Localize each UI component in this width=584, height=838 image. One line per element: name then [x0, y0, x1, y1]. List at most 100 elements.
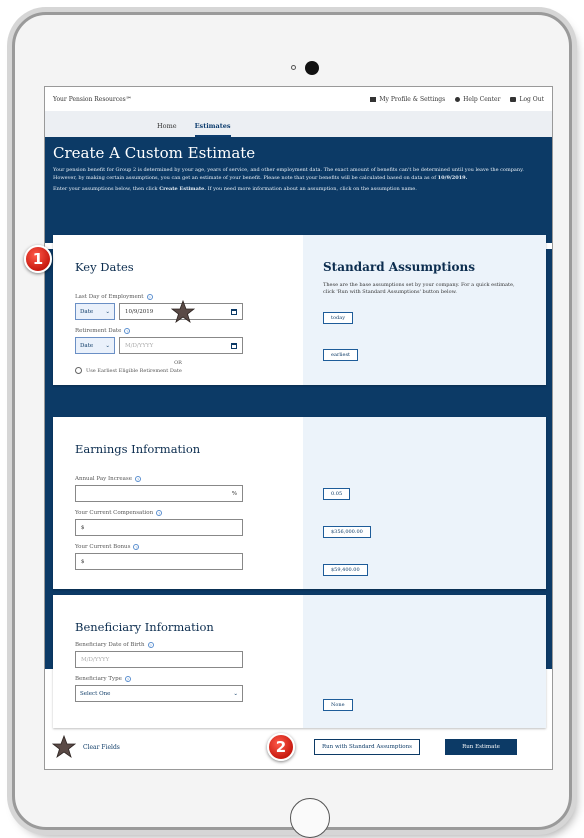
earnings-inputs: Earnings Information Annual Pay Increase… — [53, 417, 303, 589]
calendar-icon[interactable] — [231, 308, 237, 315]
key-dates-card: Key Dates Last Day of Employment? Date ⌄ … — [53, 235, 546, 385]
top-links: My Profile & Settings Help Center Log Ou… — [370, 96, 544, 103]
beneficiary-dob-row: M/D/YYYY — [75, 651, 281, 668]
compensation-label[interactable]: Your Current Compensation? — [75, 510, 281, 516]
help-circle-icon[interactable]: ? — [146, 294, 153, 300]
star-icon — [171, 300, 195, 324]
tablet-camera — [305, 61, 319, 75]
earliest-date-radio[interactable] — [75, 367, 82, 374]
help-circle-icon[interactable]: ? — [124, 676, 131, 682]
beneficiary-type-value: Select One — [80, 690, 111, 697]
chevron-down-icon: ⌄ — [233, 690, 238, 697]
beneficiary-type-select[interactable]: Select One ⌄ — [75, 685, 243, 702]
or-divider: OR — [174, 360, 182, 366]
retirement-date-placeholder: M/D/YYYY — [125, 342, 154, 349]
beneficiary-inputs: Beneficiary Information Beneficiary Date… — [53, 595, 303, 728]
chevron-down-icon: ⌄ — [105, 308, 110, 315]
beneficiary-type-row: Select One ⌄ — [75, 685, 281, 702]
pay-increase-row: % — [75, 485, 281, 502]
compensation-row: $ — [75, 519, 281, 536]
retirement-date-row: Date ⌄ M/D/YYYY — [75, 337, 281, 354]
help-center-label: Help Center — [463, 95, 501, 103]
last-day-type-select[interactable]: Date ⌄ — [75, 303, 115, 320]
star-icon — [52, 735, 76, 759]
key-dates-title: Key Dates — [75, 260, 134, 274]
compensation-input[interactable]: $ — [75, 519, 243, 536]
data-as-of-date: 10/9/2019. — [437, 174, 468, 181]
hero-banner: Create A Custom Estimate Your pension be… — [45, 137, 552, 243]
beneficiary-dob-label[interactable]: Beneficiary Date of Birth? — [75, 642, 281, 648]
std-retirement-value: earliest — [323, 349, 359, 361]
beneficiary-type-label-text: Beneficiary Type — [75, 676, 122, 682]
step-one-marker: 1 — [24, 245, 52, 273]
log-out-link[interactable]: Log Out — [510, 96, 544, 103]
std-pay-increase: 0.05 — [323, 488, 351, 500]
beneficiary-standard-panel: None — [303, 595, 546, 728]
bonus-label-text: Your Current Bonus — [75, 544, 131, 550]
last-day-date-value: 10/9/2019 — [125, 308, 154, 315]
bonus-label[interactable]: Your Current Bonus? — [75, 544, 281, 550]
std-last-day-value: today — [323, 312, 354, 324]
retirement-type-value: Date — [80, 342, 94, 349]
standard-assumptions-desc: These are the base assumptions set by yo… — [323, 282, 515, 295]
retirement-date-label-text: Retirement Date — [75, 328, 122, 334]
earliest-date-option[interactable]: Use Earliest Eligible Retirement Date — [75, 367, 281, 374]
instructions-part-b: If you need more information about an as… — [207, 186, 417, 192]
retirement-type-select[interactable]: Date ⌄ — [75, 337, 115, 354]
main-nav: Home Estimates — [45, 111, 552, 137]
app-screen: Your Pension Resources℠ My Profile & Set… — [44, 86, 553, 770]
help-circle-icon[interactable]: ? — [133, 544, 140, 550]
clear-fields-link[interactable]: Clear Fields — [83, 744, 120, 751]
beneficiary-card: Beneficiary Information Beneficiary Date… — [53, 595, 546, 728]
brand-logo: Your Pension Resources℠ — [53, 95, 132, 103]
tablet-home-button[interactable] — [290, 798, 330, 838]
dollar-prefix: $ — [81, 558, 85, 565]
help-circle-icon[interactable]: ? — [147, 642, 154, 648]
instructions-part-a: Enter your assumptions below, then click — [53, 186, 158, 192]
log-out-label: Log Out — [519, 95, 544, 103]
tablet-sensor — [291, 65, 296, 70]
bonus-input[interactable]: $ — [75, 553, 243, 570]
beneficiary-title: Beneficiary Information — [75, 620, 214, 634]
retirement-date-label[interactable]: Retirement Date? — [75, 328, 281, 334]
profile-card-icon — [370, 96, 377, 102]
earnings-card: Earnings Information Annual Pay Increase… — [53, 417, 546, 589]
std-bonus: $59,400.00 — [323, 564, 368, 576]
run-estimate-button[interactable]: Run Estimate — [445, 739, 517, 755]
pay-increase-input[interactable]: % — [75, 485, 243, 502]
help-circle-icon[interactable]: ? — [135, 476, 142, 482]
intro-text: Your pension benefit for Group 2 is dete… — [53, 167, 544, 182]
chevron-down-icon: ⌄ — [105, 342, 110, 349]
earnings-standard-panel: 0.05 $356,000.00 $59,400.00 — [303, 417, 546, 589]
bonus-row: $ — [75, 553, 281, 570]
instructions-text: Enter your assumptions below, then click… — [53, 186, 544, 194]
action-bar: Clear Fields Run with Standard Assumptio… — [45, 735, 552, 759]
pay-increase-label[interactable]: Annual Pay Increase? — [75, 476, 281, 482]
calendar-icon[interactable] — [231, 342, 237, 349]
tab-home[interactable]: Home — [157, 122, 177, 137]
beneficiary-type-label[interactable]: Beneficiary Type? — [75, 676, 281, 682]
retirement-date-input[interactable]: M/D/YYYY — [119, 337, 243, 354]
help-icon — [455, 96, 461, 102]
instructions-create-estimate: Create Estimate. — [159, 186, 207, 192]
standard-assumptions-panel: Standard Assumptions These are the base … — [303, 235, 546, 385]
profile-settings-link[interactable]: My Profile & Settings — [370, 96, 445, 103]
beneficiary-dob-placeholder: M/D/YYYY — [81, 656, 110, 663]
last-day-label-text: Last Day of Employment — [75, 294, 144, 300]
std-compensation: $356,000.00 — [323, 526, 371, 538]
help-circle-icon[interactable]: ? — [124, 328, 131, 334]
top-bar: Your Pension Resources℠ My Profile & Set… — [45, 87, 552, 111]
percent-icon: % — [231, 490, 237, 497]
last-day-type-value: Date — [80, 308, 94, 315]
earliest-date-label: Use Earliest Eligible Retirement Date — [86, 367, 182, 374]
profile-settings-label: My Profile & Settings — [379, 95, 446, 103]
help-center-link[interactable]: Help Center — [455, 96, 500, 103]
step-two-marker: 2 — [267, 733, 295, 761]
standard-assumptions-title: Standard Assumptions — [323, 260, 475, 274]
dollar-prefix: $ — [81, 524, 85, 531]
lock-icon — [510, 96, 517, 102]
help-circle-icon[interactable]: ? — [156, 510, 163, 516]
beneficiary-dob-input[interactable]: M/D/YYYY — [75, 651, 243, 668]
run-standard-button[interactable]: Run with Standard Assumptions — [314, 739, 420, 755]
tab-estimates[interactable]: Estimates — [194, 122, 231, 137]
